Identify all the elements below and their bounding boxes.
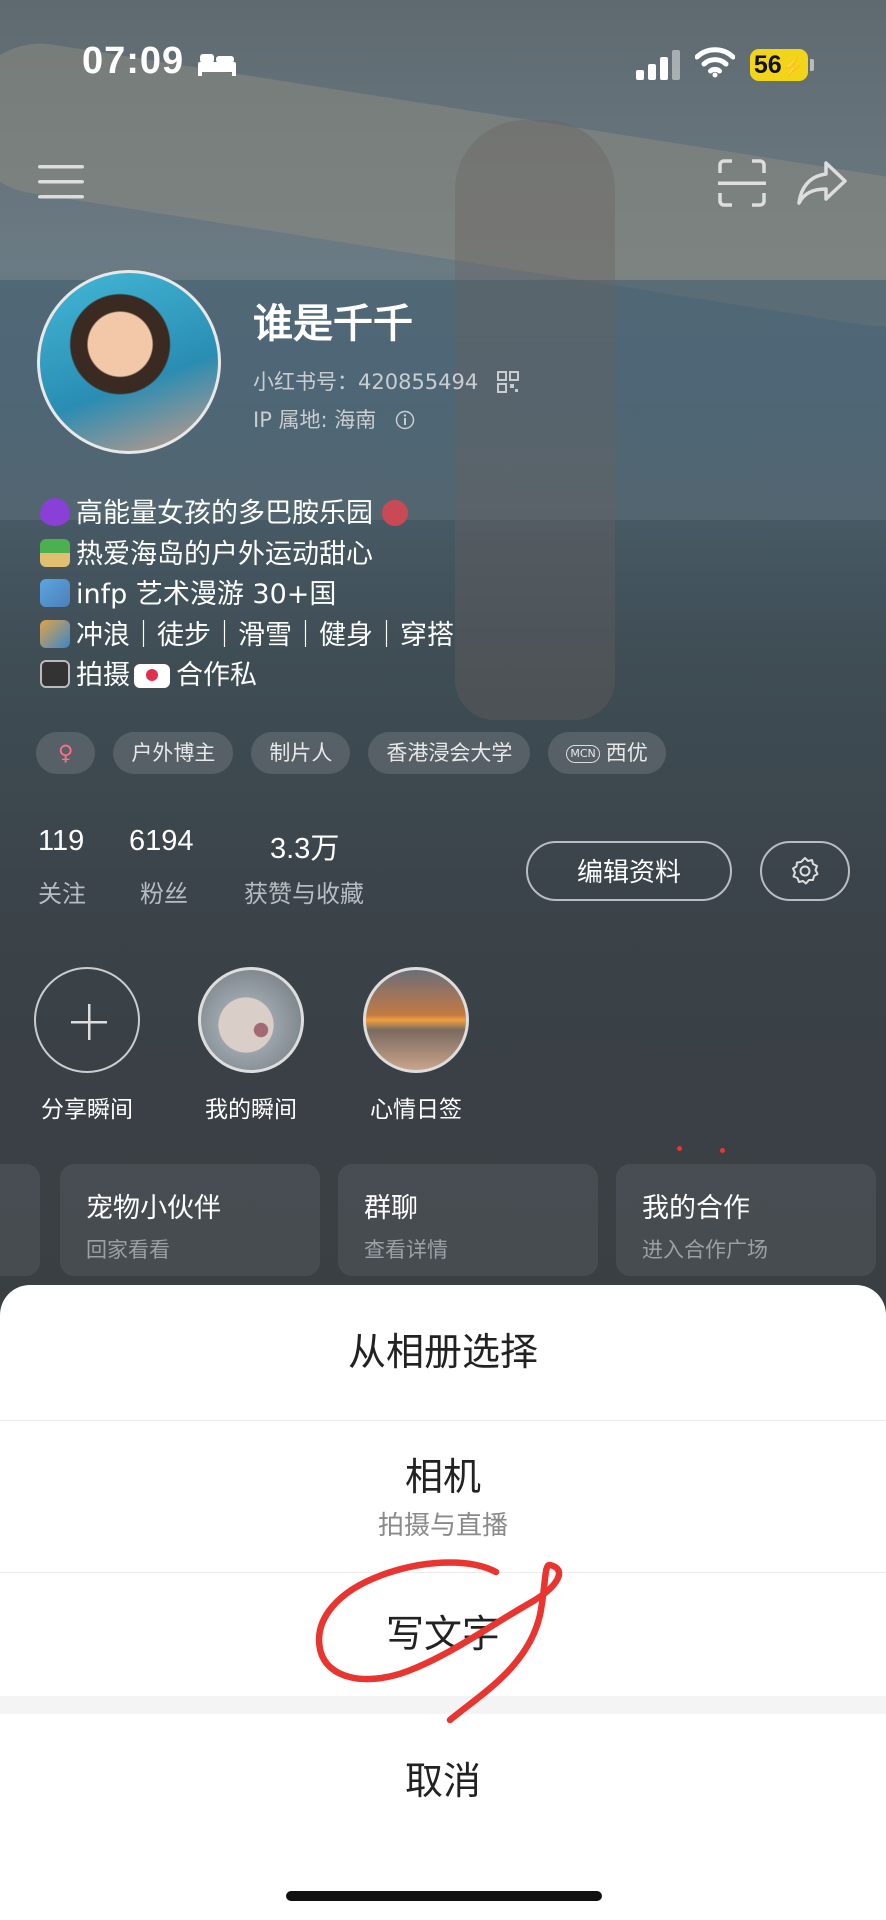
mcn-tag-label: 西优 xyxy=(605,741,648,765)
cellular-signal-icon xyxy=(636,50,680,80)
camera-label: 相机 xyxy=(404,1455,481,1499)
avatar[interactable] xyxy=(37,270,221,454)
bio-line: 高能量女孩的多巴胺乐园 xyxy=(40,494,454,535)
background-photo-person xyxy=(455,120,615,720)
card-title: 宠物小伙伴 xyxy=(86,1193,221,1224)
bio-text: 热爱海岛的户外运动甜心 xyxy=(76,538,373,570)
home-indicator xyxy=(286,1891,602,1901)
love-letter-icon xyxy=(134,664,170,688)
profile-tags: ♀ 户外博主 制片人 香港浸会大学 MCN 西优 xyxy=(36,732,666,774)
tag: 户外博主 xyxy=(113,732,234,774)
status-time: 07:09 xyxy=(82,40,185,82)
pets-card[interactable]: 宠物小伙伴 回家看看 xyxy=(60,1164,320,1276)
likes-count[interactable]: 3.3万 xyxy=(270,825,339,867)
map-icon xyxy=(40,579,70,607)
camera-sublabel: 拍摄与直播 xyxy=(377,1511,508,1541)
bio-text: 高能量女孩的多巴胺乐园 xyxy=(76,498,373,529)
following-count[interactable]: 119 xyxy=(38,825,84,858)
surfer-icon xyxy=(40,619,70,648)
share-moment-label: 分享瞬间 xyxy=(41,1097,133,1123)
tag: 香港浸会大学 xyxy=(368,732,531,774)
followers-count[interactable]: 6194 xyxy=(129,825,194,858)
wifi-icon xyxy=(695,47,735,78)
settings-button[interactable] xyxy=(760,841,850,901)
choose-from-album-button[interactable]: 从相册选择 xyxy=(0,1285,886,1420)
status-bar: 07:09 56⚡ xyxy=(0,0,886,130)
charging-bolt-icon: ⚡ xyxy=(781,57,805,77)
plus-icon xyxy=(71,1004,107,1040)
mcn-tag[interactable]: MCN 西优 xyxy=(548,732,666,774)
sleep-focus-icon xyxy=(198,54,236,76)
gear-icon xyxy=(792,857,819,885)
my-moment-thumbnail[interactable] xyxy=(198,967,304,1073)
purple-heart-icon xyxy=(40,498,70,526)
clapper-board-icon xyxy=(40,660,70,688)
annotation-circle xyxy=(315,1559,563,1724)
collaboration-card[interactable]: 我的合作 进入合作广场 xyxy=(616,1164,876,1276)
ip-location: IP 属地: 海南 xyxy=(253,404,415,434)
mood-card-thumbnail[interactable] xyxy=(363,967,469,1073)
my-moment-label: 我的瞬间 xyxy=(205,1097,297,1123)
camera-button[interactable]: 相机 拍摄与直播 xyxy=(0,1421,886,1572)
bio-line: 冲浪｜徒步｜滑雪｜健身｜穿搭 xyxy=(40,616,454,657)
bio-text: 拍摄 xyxy=(76,660,130,691)
card-title: 我的合作 xyxy=(642,1193,750,1224)
following-label: 关注 xyxy=(38,880,86,908)
bio-line: infp 艺术漫游 30+国 xyxy=(40,575,454,616)
battery-level: 56 xyxy=(753,51,782,79)
bio-text: 合作私 xyxy=(176,660,257,691)
badge-icon xyxy=(381,500,408,526)
bio-line: 热爱海岛的户外运动甜心 xyxy=(40,535,454,576)
qr-code-icon[interactable] xyxy=(496,371,519,393)
feature-card-partial[interactable] xyxy=(0,1164,40,1276)
menu-icon[interactable] xyxy=(38,165,84,199)
battery-tip xyxy=(810,59,814,71)
info-icon[interactable] xyxy=(395,410,415,430)
profile-screen: 07:09 56⚡ 谁是千千 小红书号：420855494 IP 属地: 海南 … xyxy=(0,0,886,1920)
followers-label: 粉丝 xyxy=(140,880,188,908)
scan-icon[interactable] xyxy=(718,159,766,207)
notification-dot xyxy=(677,1146,682,1151)
card-title: 群聊 xyxy=(364,1193,418,1224)
share-moment-button[interactable] xyxy=(34,967,140,1073)
cancel-button[interactable]: 取消 xyxy=(0,1714,886,1849)
likes-label: 获赞与收藏 xyxy=(244,880,364,908)
red-id: 小红书号：420855494 xyxy=(253,366,519,396)
bio-text: infp 艺术漫游 30+国 xyxy=(76,579,337,610)
mcn-icon: MCN xyxy=(566,745,600,763)
ip-location-text: IP 属地: 海南 xyxy=(253,408,377,432)
profile-nickname: 谁是千千 xyxy=(253,301,413,347)
bio-text: 冲浪｜徒步｜滑雪｜健身｜穿搭 xyxy=(76,619,454,651)
tag: 制片人 xyxy=(251,732,351,774)
group-chat-card[interactable]: 群聊 查看详情 xyxy=(338,1164,598,1276)
card-subtitle: 进入合作广场 xyxy=(642,1238,768,1262)
card-subtitle: 回家看看 xyxy=(86,1238,170,1262)
card-subtitle: 查看详情 xyxy=(364,1238,448,1262)
battery-indicator: 56⚡ xyxy=(750,49,808,81)
profile-bio: 高能量女孩的多巴胺乐园 热爱海岛的户外运动甜心 infp 艺术漫游 30+国 冲… xyxy=(40,494,454,697)
island-icon xyxy=(40,538,70,567)
gender-tag: ♀ xyxy=(36,732,96,774)
share-icon[interactable] xyxy=(796,160,848,206)
red-id-text: 小红书号：420855494 xyxy=(253,370,479,394)
mood-card-label: 心情日签 xyxy=(370,1097,462,1123)
edit-profile-button[interactable]: 编辑资料 xyxy=(526,841,732,901)
notification-dot xyxy=(720,1148,725,1153)
bio-line: 拍摄 合作私 xyxy=(40,656,454,697)
